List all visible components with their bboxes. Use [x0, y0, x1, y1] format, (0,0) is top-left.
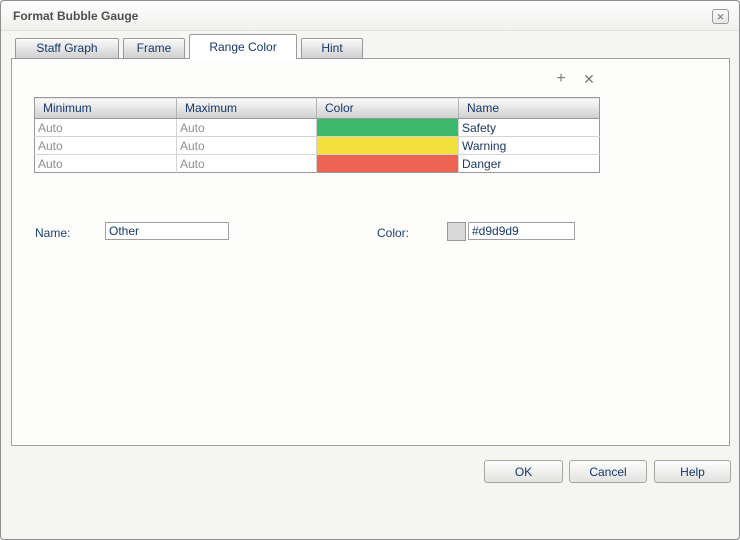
- color-cell: [316, 118, 459, 137]
- tab-range-color[interactable]: Range Color: [189, 34, 297, 59]
- format-bubble-gauge-dialog: Format Bubble Gauge ✕ Staff Graph Frame …: [0, 0, 740, 540]
- color-swatch: [317, 119, 458, 136]
- column-header-color: Color: [316, 97, 459, 119]
- tab-staff-graph[interactable]: Staff Graph: [15, 38, 119, 59]
- color-input[interactable]: [468, 222, 575, 240]
- ok-button[interactable]: OK: [484, 460, 563, 483]
- tab-frame[interactable]: Frame: [123, 38, 185, 59]
- minimum-cell: Auto: [34, 154, 177, 173]
- minimum-cell: Auto: [34, 136, 177, 155]
- table-header-row: Minimum Maximum Color Name: [34, 97, 600, 119]
- color-field-label: Color:: [377, 226, 410, 240]
- name-cell: Danger: [462, 156, 502, 171]
- maximum-cell: Auto: [176, 118, 317, 137]
- dialog-title: Format Bubble Gauge: [13, 9, 139, 23]
- column-header-minimum: Minimum: [34, 97, 177, 119]
- name-cell: Warning: [458, 136, 600, 155]
- tab-hint[interactable]: Hint: [301, 38, 363, 59]
- help-button[interactable]: Help: [654, 460, 731, 483]
- table-row-safety[interactable]: Auto Auto Safety: [34, 118, 600, 137]
- color-cell: [316, 136, 459, 155]
- column-header-name: Name: [458, 97, 600, 119]
- color-picker-swatch[interactable]: [447, 222, 466, 241]
- color-swatch: [317, 137, 458, 154]
- color-swatch: [317, 155, 458, 172]
- table-row-danger[interactable]: Auto Auto Danger: [34, 154, 600, 173]
- maximum-cell: Auto: [176, 136, 317, 155]
- range-color-table: Minimum Maximum Color Name Auto Auto Saf…: [34, 97, 600, 173]
- cancel-button[interactable]: Cancel: [569, 460, 647, 483]
- color-cell: [316, 154, 459, 173]
- name-input[interactable]: [105, 222, 229, 240]
- table-row-warning[interactable]: Auto Auto Warning: [34, 136, 600, 155]
- minimum-cell: Auto: [34, 118, 177, 137]
- range-color-panel: + ✕ Minimum Maximum Color Name Auto Auto: [11, 58, 730, 446]
- name-field-label: Name:: [35, 226, 71, 240]
- name-cell: Safety: [458, 118, 600, 137]
- add-range-icon[interactable]: +: [553, 71, 569, 87]
- close-icon[interactable]: ✕: [712, 9, 729, 24]
- dialog-titlebar[interactable]: Format Bubble Gauge ✕: [1, 1, 739, 31]
- delete-range-icon[interactable]: ✕: [581, 71, 597, 87]
- column-header-maximum: Maximum: [176, 97, 317, 119]
- maximum-cell: Auto: [176, 154, 317, 173]
